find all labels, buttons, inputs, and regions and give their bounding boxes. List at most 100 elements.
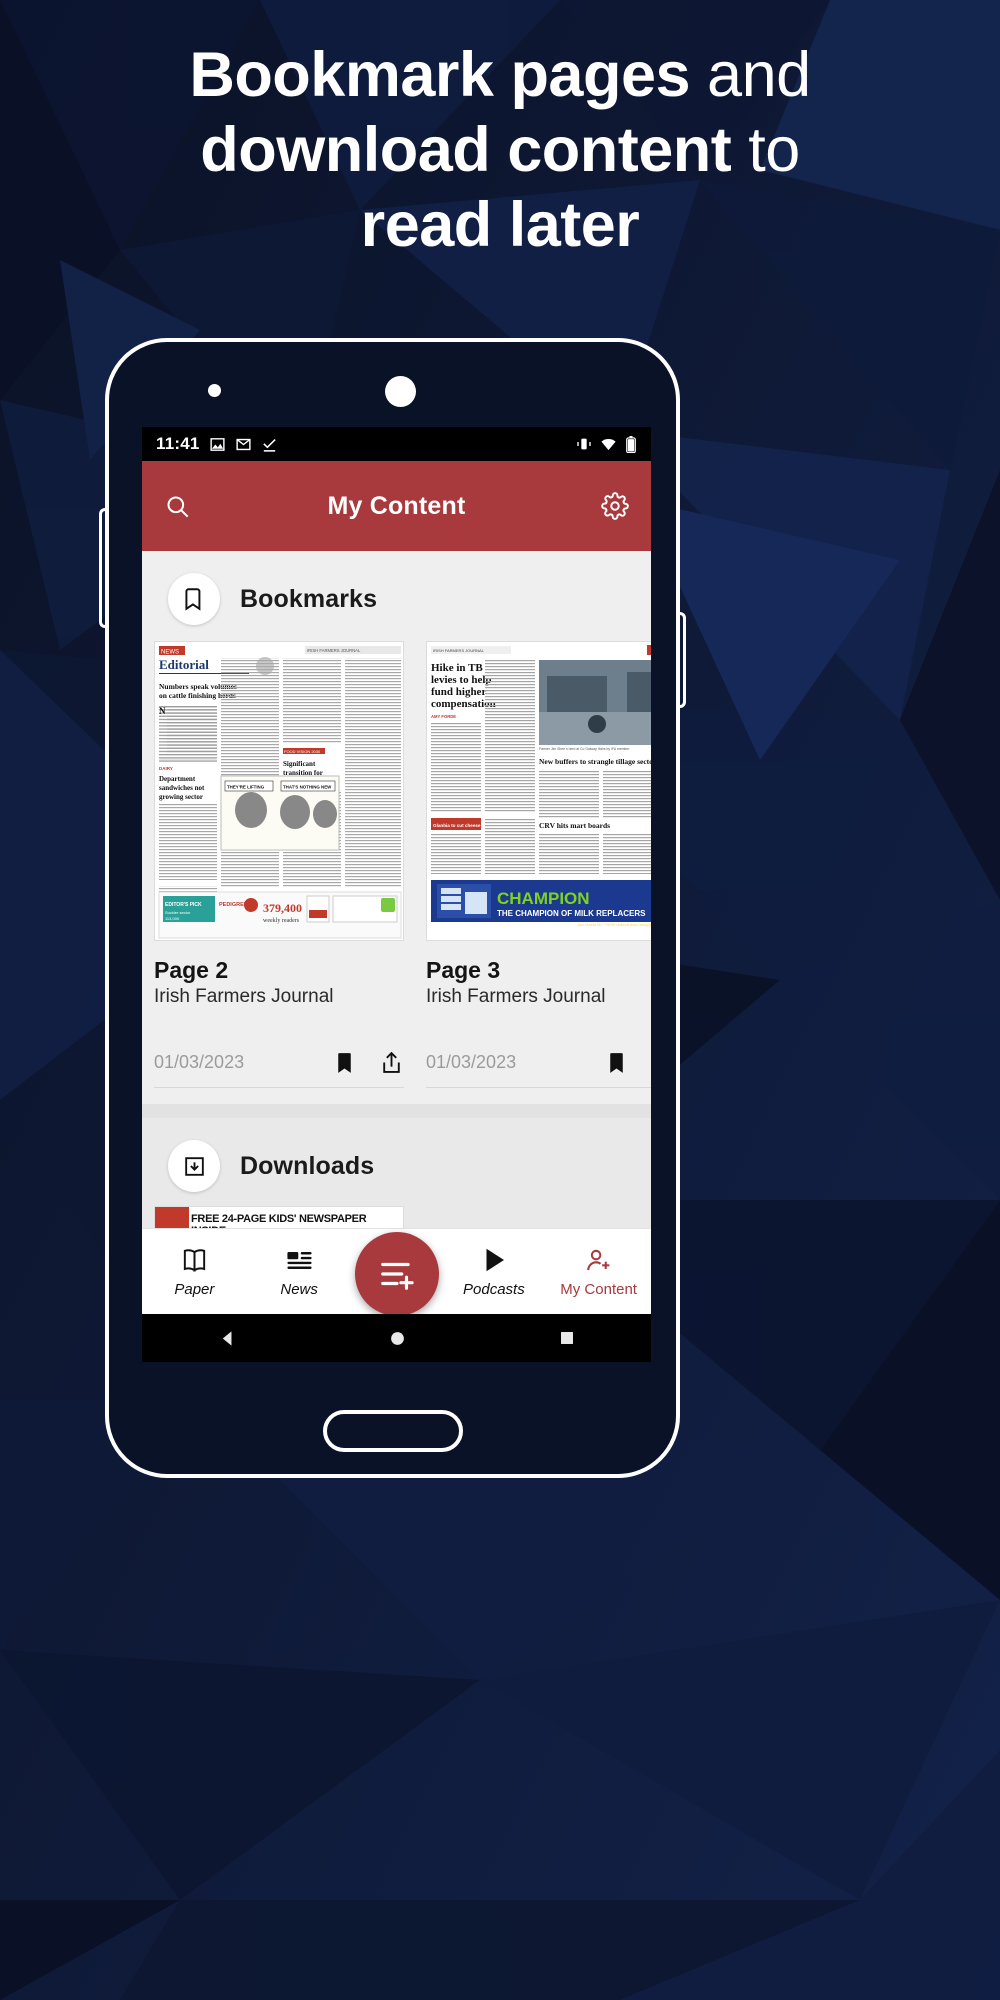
card-footer: 01/03/2023	[426, 1050, 651, 1088]
svg-text:Significant: Significant	[283, 760, 316, 768]
svg-text:Suckler sector: Suckler sector	[165, 910, 191, 915]
headline-line2-rest: to	[731, 115, 800, 185]
svg-text:Department: Department	[159, 775, 196, 783]
wifi-icon	[601, 438, 616, 450]
newspaper-page-3-preview: IRISH FARMERS JOURNAL Hike in TB levies …	[427, 642, 651, 940]
bookmark-toggle-button[interactable]	[332, 1050, 357, 1075]
section-header-downloads: Downloads	[142, 1118, 651, 1202]
card-footer: 01/03/2023	[154, 1050, 404, 1088]
news-icon	[287, 1251, 312, 1269]
card-title: Page 2	[154, 957, 229, 983]
headline-line1-rest: and	[690, 40, 811, 110]
tab-podcasts[interactable]: Podcasts	[442, 1245, 547, 1298]
page-thumbnail[interactable]: IRISH FARMERS JOURNAL Hike in TB levies …	[426, 641, 651, 941]
svg-text:FOOD VISION 2030: FOOD VISION 2030	[284, 749, 321, 754]
section-divider	[142, 1104, 651, 1118]
promo-headline: Bookmark pages and download content to r…	[0, 38, 1000, 263]
paper-icon	[183, 1248, 206, 1272]
svg-text:Hike in TB: Hike in TB	[431, 662, 483, 674]
tab-label: News	[280, 1280, 318, 1298]
tab-paper[interactable]: Paper	[142, 1246, 247, 1298]
card-title: Page 3	[426, 957, 501, 983]
card-date: 01/03/2023	[154, 1052, 245, 1072]
phone-volume-button	[99, 508, 105, 628]
svg-text:Editorial: Editorial	[159, 657, 209, 672]
status-clock: 11:41	[156, 434, 200, 453]
share-icon	[383, 1051, 400, 1073]
home-circle-icon[interactable]	[389, 1330, 406, 1347]
my-content-icon	[587, 1249, 610, 1270]
app-header: My Content	[142, 461, 651, 551]
svg-text:John Kinsella 087 7796289 Midl: John Kinsella 087 7796289 Midlands Brian…	[577, 923, 651, 927]
back-triangle-icon[interactable]	[218, 1329, 237, 1348]
svg-text:379,400: 379,400	[263, 901, 302, 915]
headline-line3: read later	[360, 190, 640, 260]
svg-text:growing sector: growing sector	[159, 793, 203, 801]
svg-text:New buffers to strangle tillag: New buffers to strangle tillage sector p…	[539, 757, 651, 766]
bookmarks-section-title: Bookmarks	[240, 584, 378, 613]
svg-text:113,000: 113,000	[165, 916, 180, 921]
recents-square-icon[interactable]	[559, 1330, 575, 1346]
tab-label: Paper	[174, 1280, 215, 1298]
svg-text:THE CHAMPION OF MILK REPLACERS: THE CHAMPION OF MILK REPLACERS	[497, 909, 646, 918]
vibrate-icon	[577, 438, 591, 450]
svg-text:THEY'RE LIFTING: THEY'RE LIFTING	[227, 785, 265, 790]
card-date: 01/03/2023	[426, 1052, 517, 1072]
bookmark-card[interactable]: NEWS IRISH FARMERS JOURNAL Editorial Num…	[154, 641, 404, 1088]
svg-text:N: N	[159, 706, 166, 716]
phone-mockup: 11:41 My Content Bookmarks NEWS IRISH FA…	[99, 338, 686, 1478]
search-button[interactable]	[164, 493, 191, 520]
svg-text:PEDIGREE: PEDIGREE	[219, 902, 248, 908]
downloads-section-icon-wrap	[168, 1140, 220, 1192]
bookmark-toggle-button[interactable]	[604, 1050, 629, 1075]
phone-screen: 11:41 My Content Bookmarks NEWS IRISH FA…	[142, 427, 651, 1362]
bookmark-icon	[185, 588, 201, 611]
svg-text:weekly readers: weekly readers	[263, 918, 300, 924]
headline-line1-bold: Bookmark pages	[189, 40, 691, 110]
bookmarks-card-list: NEWS IRISH FARMERS JOURNAL Editorial Num…	[142, 635, 651, 1088]
check-icon	[262, 438, 276, 452]
phone-home-indicator	[322, 1410, 463, 1452]
card-subtitle: Irish Farmers Journal	[154, 986, 334, 1007]
svg-text:EDITOR'S PICK: EDITOR'S PICK	[165, 902, 202, 908]
download-icon	[184, 1156, 204, 1176]
bookmark-filled-icon	[338, 1053, 351, 1073]
svg-text:fund higher: fund higher	[431, 686, 486, 698]
svg-text:Glanbia to cut cheese: Glanbia to cut cheese	[433, 823, 481, 828]
section-header-bookmarks: Bookmarks	[142, 551, 651, 635]
play-icon	[486, 1248, 504, 1272]
tab-label: Podcasts	[463, 1281, 525, 1298]
page-title: My Content	[327, 491, 466, 520]
svg-text:IRISH FARMERS JOURNAL: IRISH FARMERS JOURNAL	[433, 648, 485, 653]
share-button[interactable]	[379, 1050, 404, 1075]
newspaper-page-2-preview: NEWS IRISH FARMERS JOURNAL Editorial Num…	[155, 642, 403, 940]
bookmark-card[interactable]: IRISH FARMERS JOURNAL Hike in TB levies …	[426, 641, 651, 1088]
svg-text:levies to help: levies to help	[431, 674, 492, 686]
status-bar: 11:41	[142, 427, 651, 461]
svg-text:Farmer Jim Shee s herd at Co G: Farmer Jim Shee s herd at Co Galway, ffa…	[539, 747, 630, 751]
battery-icon	[626, 435, 636, 453]
gmail-icon	[235, 438, 251, 450]
card-subtitle: Irish Farmers Journal	[426, 986, 606, 1007]
bookmarks-section-icon-wrap	[168, 573, 220, 625]
add-to-list-icon	[380, 1262, 414, 1290]
settings-button[interactable]	[601, 492, 629, 520]
tab-label: My Content	[560, 1280, 637, 1298]
tab-my-content[interactable]: My Content	[546, 1246, 651, 1298]
tab-news[interactable]: News	[247, 1246, 352, 1298]
content-area: Bookmarks NEWS IRISH FARMERS JOURNAL Edi…	[142, 551, 651, 1362]
gear-icon	[601, 492, 629, 520]
svg-text:sandwiches not: sandwiches not	[159, 784, 205, 792]
compose-fab-button[interactable]	[354, 1232, 439, 1316]
svg-text:IRISH FARMERS JOURNAL: IRISH FARMERS JOURNAL	[307, 648, 361, 653]
android-navigation-bar	[142, 1314, 651, 1362]
downloads-section-title: Downloads	[240, 1151, 375, 1180]
bookmark-filled-icon	[610, 1053, 623, 1073]
phone-power-button	[680, 612, 686, 708]
phone-camera	[385, 376, 416, 407]
svg-text:NEWS: NEWS	[161, 650, 179, 656]
headline-line2-bold: download content	[200, 115, 732, 185]
svg-text:DAIRY: DAIRY	[159, 766, 173, 771]
page-thumbnail[interactable]: NEWS IRISH FARMERS JOURNAL Editorial Num…	[154, 641, 404, 941]
search-icon	[167, 495, 189, 517]
